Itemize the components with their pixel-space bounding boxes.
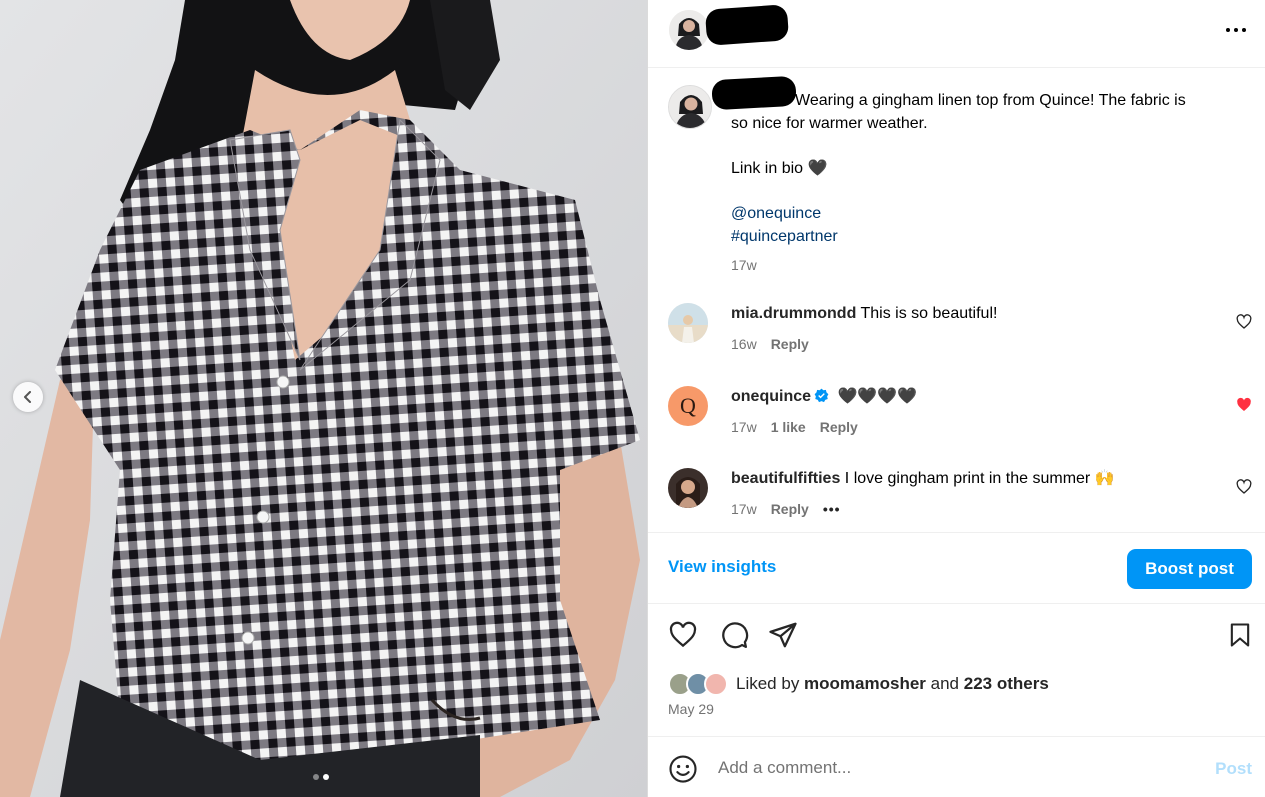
author-avatar-image [669, 10, 709, 50]
post-date[interactable]: May 29 [668, 701, 714, 717]
caption-mention-link[interactable]: @onequince [731, 202, 1241, 225]
comment-reply-button[interactable]: Reply [771, 501, 809, 517]
caption-link-in-bio: Link in bio 🖤 [731, 160, 828, 177]
instagram-post-view: Wearing a gingham linen top from Quince!… [0, 0, 1265, 797]
post-header [648, 0, 1265, 68]
comment-text: This is so beautiful! [860, 305, 998, 322]
save-bookmark-icon[interactable] [1226, 620, 1254, 650]
comment-reply-button[interactable]: Reply [771, 336, 809, 352]
commenter-avatar[interactable] [668, 468, 708, 508]
commenter-avatar-image [668, 303, 708, 343]
post-caption: Wearing a gingham linen top from Quince!… [731, 89, 1241, 277]
view-insights-link[interactable]: View insights [668, 557, 776, 577]
post-details-panel: Wearing a gingham linen top from Quince!… [647, 0, 1265, 797]
add-comment-input[interactable] [718, 755, 1178, 781]
caption-hashtag-link[interactable]: #quincepartner [731, 225, 1241, 248]
commenter-avatar-letter: Q [680, 393, 696, 418]
likes-others-count[interactable]: 223 others [964, 674, 1049, 694]
ellipsis-horizontal-icon [1226, 28, 1246, 32]
commenter-avatar[interactable]: Q [668, 386, 708, 426]
boost-post-button[interactable]: Boost post [1127, 549, 1252, 589]
emoji-smiley-icon[interactable] [668, 754, 698, 784]
likers-avatar-stack[interactable] [668, 672, 732, 696]
comment-username[interactable]: mia.drummondd [731, 305, 856, 322]
liker-username[interactable]: moomamosher [804, 674, 926, 694]
likes-summary: Liked by moomamosher and 223 others [668, 672, 1049, 696]
comment-likes-count[interactable]: 1 like [771, 419, 806, 435]
insights-bar: View insights Boost post [648, 532, 1265, 604]
post-actions [648, 620, 1265, 652]
likes-middle: and [925, 674, 964, 693]
liker-avatar [704, 672, 728, 696]
more-options-button[interactable] [1224, 20, 1248, 40]
comment-timestamp[interactable]: 16w [731, 336, 757, 352]
likes-prefix: Liked by [736, 674, 805, 693]
redacted-username [704, 4, 790, 46]
post-media [0, 0, 647, 797]
carousel-dot [313, 774, 319, 780]
post-comment-button[interactable]: Post [1215, 759, 1252, 779]
caption-line-2: so nice for warmer weather. [731, 115, 928, 132]
commenter-avatar[interactable] [668, 303, 708, 343]
add-comment-bar: Post [648, 736, 1265, 797]
comment-like-heart-icon[interactable] [1236, 479, 1252, 495]
share-paper-plane-icon[interactable] [768, 620, 798, 650]
like-heart-icon[interactable] [668, 620, 698, 650]
caption-author-avatar[interactable] [668, 85, 712, 129]
chevron-left-icon [24, 391, 31, 403]
carousel-indicator [313, 774, 329, 780]
comment-username[interactable]: beautifulfifties [731, 470, 840, 487]
commenter-avatar-image [668, 468, 708, 508]
post-photo [0, 0, 647, 797]
comment-more-options-button[interactable]: ••• [823, 501, 841, 517]
comment-username[interactable]: onequince [731, 388, 811, 405]
comment-text: I love gingham print in the summer 🙌 [844, 470, 1115, 487]
comment-timestamp[interactable]: 17w [731, 419, 757, 435]
caption-line-1: Wearing a gingham linen top from Quince!… [795, 92, 1186, 109]
comment-liked-heart-icon[interactable] [1236, 397, 1252, 413]
comment-like-heart-icon[interactable] [1236, 314, 1252, 330]
previous-slide-button[interactable] [13, 382, 43, 412]
caption-author-avatar-image [669, 86, 711, 128]
caption-timestamp[interactable]: 17w [731, 254, 1241, 277]
comment-text: 🖤🖤🖤🖤 [837, 388, 918, 405]
author-avatar[interactable] [669, 10, 709, 50]
verified-badge-icon [814, 388, 829, 403]
comment-reply-button[interactable]: Reply [820, 419, 858, 435]
carousel-dot-active [323, 774, 329, 780]
comment-timestamp[interactable]: 17w [731, 501, 757, 517]
comment-bubble-icon[interactable] [719, 620, 749, 650]
